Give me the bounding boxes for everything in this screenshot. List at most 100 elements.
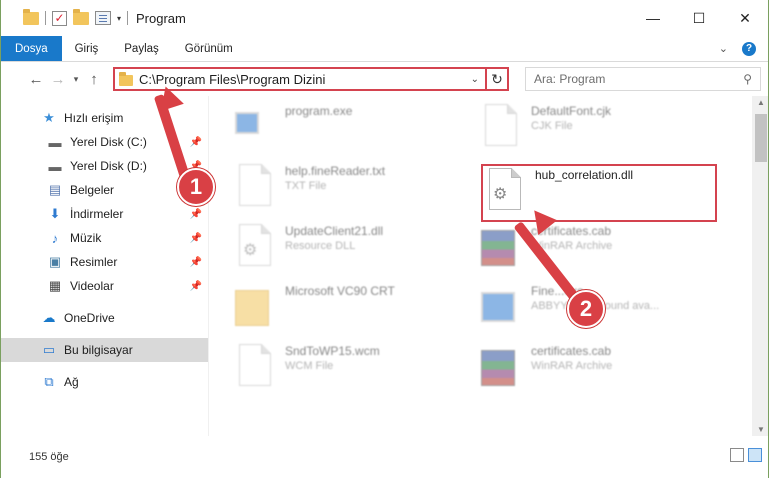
file-type: CJK File (531, 120, 573, 132)
callout-badge-1: 1 (177, 168, 215, 206)
exe-icon (481, 284, 521, 332)
file-item[interactable]: certificates.cab WinRAR Archive (481, 344, 711, 402)
file-name: Microsoft VC90 CRT (285, 284, 395, 298)
file-item[interactable]: certificates.cab WinRAR Archive (481, 224, 711, 282)
sidebar-item-label: Ağ (64, 375, 79, 389)
videos-icon: ▦ (48, 278, 62, 293)
sidebar-item-label: Müzik (70, 231, 102, 245)
close-button[interactable]: ✕ (722, 0, 768, 36)
sidebar-item-music[interactable]: ♪ Müzik 📌 (1, 226, 208, 250)
sidebar-item-videos[interactable]: ▦ Videolar 📌 (1, 274, 208, 298)
file-type: WinRAR Archive (531, 360, 613, 372)
sidebar-item-downloads[interactable]: ⬇ İndirmeler 📌 (1, 202, 208, 226)
folder-icon (235, 284, 275, 332)
network-icon: ⧉ (44, 374, 54, 389)
download-icon: ⬇ (49, 206, 61, 221)
search-input[interactable]: Ara: Program ⚲ (525, 67, 761, 91)
ribbon-right-controls: ⌄ ? (719, 36, 768, 61)
details-view-icon[interactable] (730, 448, 744, 462)
search-placeholder[interactable]: Ara: Program (534, 72, 743, 86)
file-type: Resource DLL (285, 240, 356, 252)
exe-icon (235, 104, 275, 152)
callout-badge-2: 2 (567, 290, 605, 328)
pin-icon[interactable]: 📌 (190, 233, 202, 244)
sidebar-item-quick-access[interactable]: ★ Hızlı erişim (1, 106, 208, 130)
pin-icon[interactable]: 📌 (190, 209, 202, 220)
pin-icon[interactable]: 📌 (190, 257, 202, 268)
tab-view[interactable]: Görünüm (172, 36, 246, 61)
sidebar-item-this-pc[interactable]: ▭ Bu bilgisayar (1, 338, 208, 362)
search-icon[interactable]: ⚲ (743, 72, 752, 86)
sidebar-item-label: Bu bilgisayar (64, 343, 133, 357)
forward-button[interactable]: → (47, 68, 69, 90)
expand-ribbon-chevron-icon[interactable]: ⌄ (719, 42, 728, 55)
file-item[interactable]: Microsoft VC90 CRT (235, 284, 465, 342)
properties-icon[interactable] (95, 11, 111, 25)
address-path[interactable]: C:\Program Files\Program Dizini (139, 72, 465, 87)
file-item[interactable]: DefaultFont.cjk CJK File (481, 104, 711, 162)
documents-icon: ▤ (48, 182, 62, 197)
sidebar-item-onedrive[interactable]: ☁ OneDrive (1, 306, 208, 330)
file-name: DefaultFont.cjk (531, 104, 612, 118)
file-item[interactable]: help.fineReader.txt TXT File (235, 164, 465, 222)
file-name: certificates.cab (531, 344, 612, 358)
quick-access-toolbar: ✓ ▾ (1, 8, 129, 26)
scroll-up-icon[interactable]: ▲ (752, 98, 768, 107)
file-name: SndToWP15.wcm (285, 344, 380, 358)
scrollbar-thumb[interactable] (755, 114, 767, 162)
properties-check-icon[interactable]: ✓ (52, 10, 67, 26)
recent-locations-chevron-icon[interactable]: ▾ (69, 68, 83, 90)
scroll-down-icon[interactable]: ▼ (752, 425, 768, 434)
sidebar-item-label: Belgeler (70, 183, 115, 197)
ribbon-tabs: Dosya Giriş Paylaş Görünüm ⌄ ? (1, 36, 768, 62)
main-area: ★ Hızlı erişim ▬ Yerel Disk (C:) 📌 ▬ Yer… (1, 96, 768, 436)
file-list: program.exe help.fineReader.txt TXT File … (209, 96, 768, 436)
sidebar-item-label: Resimler (70, 255, 118, 269)
sidebar-item-label: Videolar (70, 279, 114, 293)
file-name: program.exe (285, 104, 353, 118)
sidebar-item-label: Yerel Disk (C:) (70, 135, 147, 149)
file-name: UpdateClient21.dll (285, 224, 384, 238)
doc-icon (235, 344, 275, 392)
file-item[interactable]: ⚙ UpdateClient21.dll Resource DLL (235, 224, 465, 282)
sidebar-item-label: İndirmeler (70, 207, 124, 221)
up-button[interactable]: ↑ (83, 68, 105, 90)
dll-gear-icon: ⚙ (235, 224, 275, 272)
sidebar-item-label: Hızlı erişim (64, 111, 124, 125)
sidebar-item-label: OneDrive (64, 311, 115, 325)
refresh-button[interactable]: ↻ (487, 67, 509, 91)
file-highlight-box (481, 164, 717, 222)
vertical-scrollbar[interactable]: ▲ ▼ (752, 96, 768, 436)
large-icons-view-icon[interactable] (748, 448, 762, 462)
folder-icon (23, 8, 39, 25)
pictures-icon: ▣ (48, 254, 62, 269)
music-icon: ♪ (51, 230, 59, 246)
drive-icon: ▬ (48, 158, 62, 174)
customize-toolbar-caret-icon[interactable]: ▾ (117, 14, 121, 23)
item-count: 155 öğe (29, 451, 69, 463)
folder-icon (119, 71, 133, 86)
back-button[interactable]: ← (25, 68, 47, 90)
file-item[interactable]: program.exe (235, 104, 465, 162)
tab-file[interactable]: Dosya (1, 36, 62, 61)
sidebar-item-pictures[interactable]: ▣ Resimler 📌 (1, 250, 208, 274)
window-controls: — ☐ ✕ (630, 0, 768, 36)
pin-icon[interactable]: 📌 (190, 137, 202, 148)
toolbar-divider (45, 11, 46, 25)
view-toggle (730, 448, 762, 462)
maximize-button[interactable]: ☐ (676, 0, 722, 36)
file-type: TXT File (285, 180, 327, 192)
file-item[interactable]: SndToWP15.wcm WCM File (235, 344, 465, 402)
sidebar-item-network[interactable]: ⧉ Ağ (1, 370, 208, 394)
address-dropdown-icon[interactable]: ⌄ (465, 74, 485, 85)
minimize-button[interactable]: — (630, 0, 676, 36)
status-bar: 155 öğe (1, 436, 768, 478)
tab-home[interactable]: Giriş (62, 36, 112, 61)
pin-icon[interactable]: 📌 (190, 281, 202, 292)
onedrive-icon: ☁ (42, 310, 56, 325)
star-icon: ★ (43, 110, 55, 125)
tab-share[interactable]: Paylaş (111, 36, 172, 61)
new-folder-icon[interactable] (73, 8, 89, 25)
sidebar-item-label: Yerel Disk (D:) (70, 159, 147, 173)
help-icon[interactable]: ? (742, 41, 756, 56)
